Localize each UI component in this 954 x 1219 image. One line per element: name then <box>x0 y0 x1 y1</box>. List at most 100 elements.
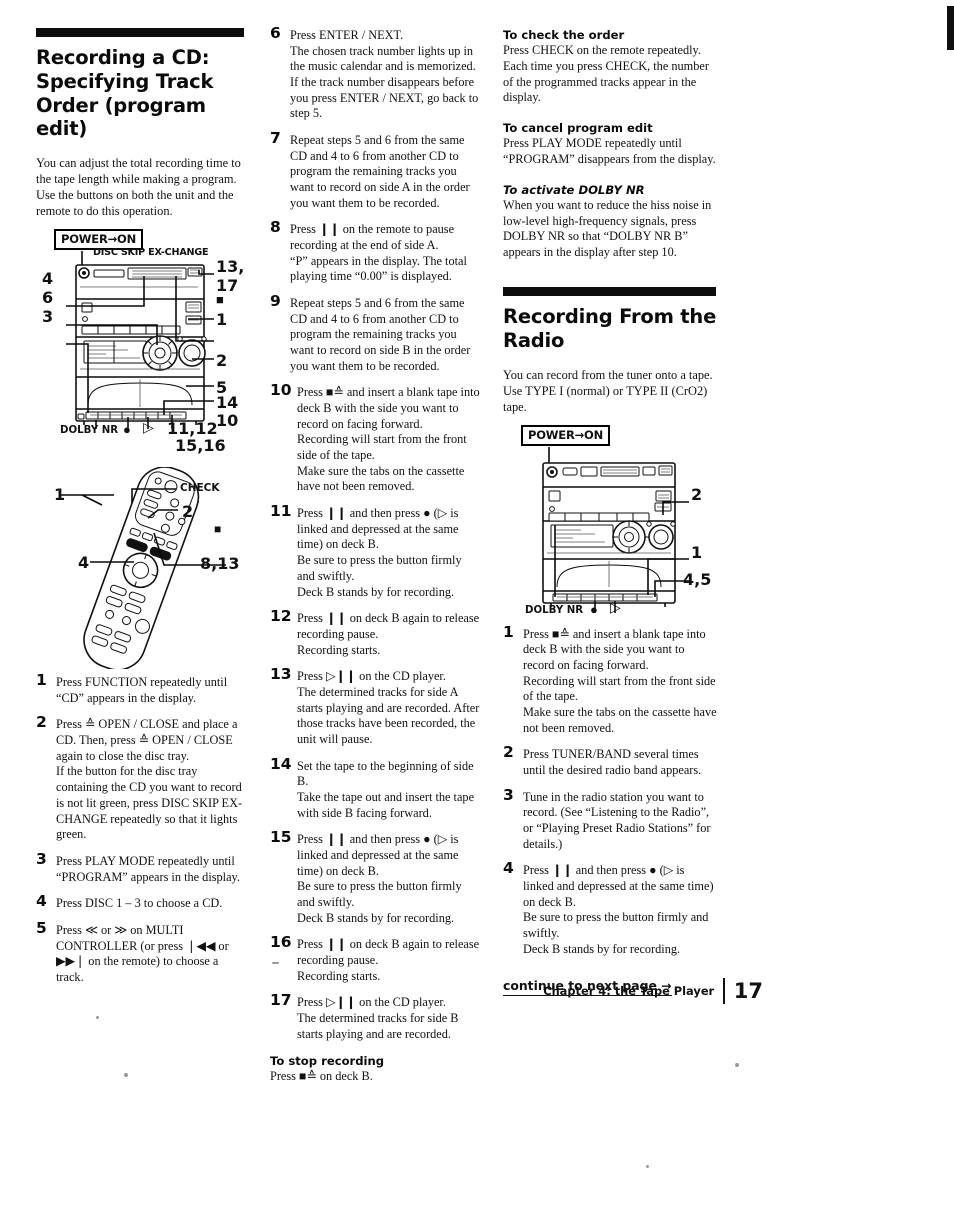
callout-15-16: 15,16 <box>175 436 226 456</box>
callout-4: 4 <box>42 269 54 289</box>
step-text: The determined tracks for side A starts … <box>297 684 480 746</box>
stop-glyph-icon: ■ <box>216 292 224 308</box>
step-text: Deck B stands by for recording. <box>523 941 681 956</box>
step-item: 6 Press ENTER / NEXT. The chosen track n… <box>270 25 480 122</box>
step-number: 2 <box>36 713 47 732</box>
power-on-label: POWER→ON <box>521 424 611 446</box>
step-number: 16 <box>270 933 292 952</box>
step-text: Be sure to press the button firmly and s… <box>297 553 462 583</box>
note-activate-dolby-nr: To activate DOLBY NR When you want to re… <box>503 183 718 261</box>
step-item: 11 Press ❙❙ and then press ● (▷ is linke… <box>270 502 480 600</box>
note-heading: To check the order <box>503 28 625 42</box>
step-text: Recording starts. <box>297 968 381 983</box>
step-text: Recording will start from the front side… <box>297 432 467 463</box>
dolby-nr-label: DOLBY NR <box>525 604 584 616</box>
step-text: Be sure to press the button firmly and s… <box>523 910 709 940</box>
footer-divider <box>723 978 725 1004</box>
step-item: 8 Press ❙❙ on the remote to pause record… <box>270 218 480 285</box>
step-item: 17 Press ▷❙❙ on the CD player. The deter… <box>270 991 480 1042</box>
step-text: Repeat steps 5 and 6 from the same CD an… <box>290 133 470 210</box>
manual-page: Recording a CD: Specifying Track Order (… <box>0 0 954 1219</box>
radio-callout-4-5: 4,5 <box>683 569 712 589</box>
step-item: 3 Tune in the radio station you want to … <box>503 785 718 853</box>
step-number: 1 <box>36 671 47 690</box>
step-item: 4 Press DISC 1 – 3 to choose a CD. <box>36 894 246 912</box>
section-intro: You can adjust the total recording time … <box>36 156 241 219</box>
step-text: Press ❙❙ on the remote to pause recordin… <box>290 222 455 253</box>
note-check-order: To check the order Press CHECK on the re… <box>503 28 718 106</box>
step-text: Press DISC 1 – 3 to choose a CD. <box>56 896 223 911</box>
step-text: If the button for the disc tray containi… <box>56 764 243 842</box>
callout-13: 13, <box>216 257 245 277</box>
step-number: 5 <box>36 918 47 937</box>
page-edge-marker <box>947 6 954 50</box>
step-item: 2 Press TUNER/BAND several times until t… <box>503 743 718 778</box>
step-item: 13 Press ▷❙❙ on the CD player. The deter… <box>270 667 480 747</box>
section-rule <box>36 28 244 37</box>
step-text: Press ENTER / NEXT. <box>290 28 404 42</box>
step-text: Be sure to press the button firmly and s… <box>297 879 462 909</box>
scan-speckle <box>96 1016 99 1019</box>
step-number: 15 <box>270 828 292 847</box>
radio-unit-diagram-svg <box>542 446 689 613</box>
scan-speckle <box>124 1073 128 1077</box>
step-item: 2 Press ≙ OPEN / CLOSE and place a CD. T… <box>36 713 246 842</box>
callout-14: 14 <box>216 393 239 413</box>
callout-3: 3 <box>42 307 54 327</box>
step-text: Recording will start from the front side… <box>523 673 716 704</box>
step-item: 1 Press FUNCTION repeatedly until “CD” a… <box>36 671 246 706</box>
step-text: Press ❙❙ on deck B again to release reco… <box>297 937 480 967</box>
chapter-label: Chapter 4: the Tape Player <box>543 984 715 998</box>
step-text: Press ▷❙❙ on the CD player. <box>297 669 446 684</box>
note-body: Press CHECK on the remote repeatedly. Ea… <box>503 43 709 105</box>
step-text: Press PLAY MODE repeatedly until “PROGRA… <box>56 853 240 884</box>
step-text: Recording starts. <box>297 642 381 657</box>
play-glyph-icon: ▷ <box>143 421 154 437</box>
step-text: “P” appears in the display. The total pl… <box>290 253 467 284</box>
radio-steps: 1 Press ■≙ and insert a blank tape into … <box>503 624 718 958</box>
step-text: Press FUNCTION repeatedly until “CD” app… <box>56 675 228 705</box>
scan-speckle <box>272 962 279 964</box>
step-text: Press ■≙ and insert a blank tape into de… <box>523 626 706 672</box>
play-glyph-icon: ▷ <box>610 600 621 616</box>
remote-callout-2: 2 <box>182 502 194 522</box>
step-number: 12 <box>270 607 292 626</box>
column-two: 6 Press ENTER / NEXT. The chosen track n… <box>270 25 480 1100</box>
step-text: Make sure the tabs on the cassette have … <box>297 463 465 494</box>
page-footer: Chapter 4: the Tape Player 17 <box>503 978 763 1004</box>
step-text: Press ❙❙ and then press ● (▷ is linked a… <box>297 832 459 878</box>
step-number: 17 <box>270 991 292 1010</box>
step-item: 3 Press PLAY MODE repeatedly until “PROG… <box>36 851 246 885</box>
step-number: 3 <box>503 785 514 804</box>
step-text: Set the tape to the beginning of side B. <box>297 758 474 789</box>
record-glyph-icon: ● <box>123 422 131 438</box>
step-text: Tune in the radio station you want to re… <box>523 789 711 851</box>
record-glyph-icon: ● <box>590 601 598 617</box>
step-number: 2 <box>503 743 514 762</box>
disc-skip-exchange-label: DISC SKIP EX-CHANGE <box>93 247 209 259</box>
note-cancel-program-edit: To cancel program edit Press PLAY MODE r… <box>503 121 718 168</box>
step-number: 9 <box>270 292 281 311</box>
remote-callout-4: 4 <box>78 553 90 573</box>
remote-callout-1: 1 <box>54 485 66 505</box>
step-number: 11 <box>270 502 292 521</box>
callout-1: 1 <box>216 310 228 330</box>
stop-recording-note: To stop recording Press ■≙ on deck B. <box>270 1054 480 1085</box>
note-heading: To activate DOLBY NR <box>503 182 645 197</box>
scan-speckle <box>646 1165 649 1168</box>
step-item: 1 Press ■≙ and insert a blank tape into … <box>503 624 718 737</box>
page-number: 17 <box>733 978 763 1003</box>
step-item: 15 Press ❙❙ and then press ● (▷ is linke… <box>270 828 480 926</box>
note-body: Press PLAY MODE repeatedly until “PROGRA… <box>503 136 716 166</box>
page-title: Recording a CD: Specifying Track Order (… <box>36 46 214 141</box>
step-number: 8 <box>270 218 281 237</box>
callout-10: 10 <box>216 411 239 431</box>
step-text: Make sure the tabs on the cassette have … <box>523 704 717 735</box>
step-number: 7 <box>270 129 281 148</box>
step-item: 10 Press ■≙ and insert a blank tape into… <box>270 383 480 495</box>
step-text: The determined tracks for side B starts … <box>297 1010 459 1041</box>
step-item: 7 Repeat steps 5 and 6 from the same CD … <box>270 129 480 211</box>
step-number: 14 <box>270 754 292 773</box>
step-text: Take the tape out and insert the tape wi… <box>297 789 475 820</box>
radio-section-title: Recording From the Radio <box>503 304 717 352</box>
